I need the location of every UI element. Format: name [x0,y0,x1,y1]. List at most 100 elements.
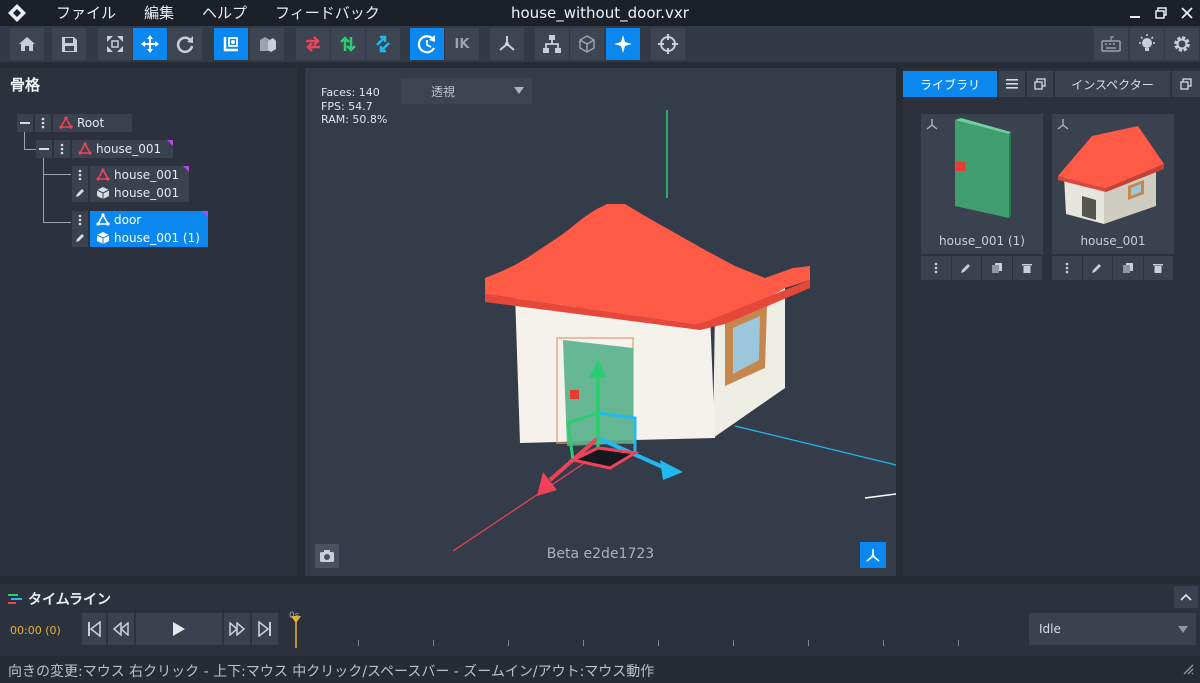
close-button[interactable] [1174,0,1200,26]
swap-vertical-icon [340,36,356,52]
menu-file[interactable]: ファイル [56,0,116,26]
timeline-track[interactable]: 0s [282,610,1020,650]
bone-icon [78,142,92,155]
pivot-rotate-button[interactable] [410,28,444,60]
popout-icon [1034,78,1046,90]
tree-node-label: door [114,213,142,227]
door-preview [955,118,1011,218]
edit-mesh-button[interactable] [72,229,88,247]
list-view-button[interactable] [999,71,1025,97]
mesh-cube-icon [96,232,110,244]
tree-node-house-001[interactable]: house_001 [36,140,174,158]
tree-node-door[interactable]: door [72,211,208,229]
settings-button[interactable] [1165,28,1199,60]
menu-help[interactable]: ヘルプ [202,0,247,26]
item-menu-button[interactable] [1052,256,1083,280]
node-menu-button[interactable] [35,114,51,132]
save-button[interactable] [52,28,86,60]
undock-library-button[interactable] [1027,71,1053,97]
item-edit-button[interactable] [1082,256,1113,280]
tab-inspector[interactable]: インスペクター [1055,71,1170,97]
swap-y-button[interactable] [331,28,365,60]
axis-orientation-button[interactable] [860,542,886,568]
library-item[interactable]: house_001 (1) [921,114,1043,280]
swap-z-button[interactable] [366,28,400,60]
item-duplicate-button[interactable] [1113,256,1144,280]
item-delete-button[interactable] [1012,256,1043,280]
world-space-icon [260,37,276,52]
kebab-icon [41,117,45,129]
item-delete-button[interactable] [1143,256,1174,280]
step-back-button[interactable] [108,613,134,645]
tree-node-door-mesh[interactable]: house_001 (1) [72,229,208,247]
sparkle-button[interactable] [606,28,640,60]
collapse-toggle[interactable] [36,140,52,158]
keyboard-button[interactable] [1094,28,1128,60]
light-button[interactable] [1130,28,1164,60]
library-item-label: house_001 (1) [939,234,1025,248]
window-controls [1122,0,1200,26]
target-button[interactable] [651,28,685,60]
move-tool-button[interactable] [133,28,167,60]
move-icon [141,35,159,53]
menu-edit[interactable]: 編集 [144,0,174,26]
jump-to-start-button[interactable] [82,613,106,645]
timeline-title: タイムライン [28,592,112,608]
jump-to-end-button[interactable] [252,613,278,645]
tree-node-house-001-mesh[interactable]: house_001 [72,184,190,202]
item-duplicate-button[interactable] [982,256,1013,280]
item-edit-button[interactable] [951,256,982,280]
menu-feedback[interactable]: フィードバック [275,0,380,26]
resize-grip-icon[interactable] [1182,663,1194,675]
chevron-down-icon [514,87,524,94]
skeleton-button[interactable] [490,28,524,60]
swap-x-button[interactable] [296,28,330,60]
view-mode-value: 透視 [431,84,456,99]
tree-node-cell[interactable]: house_001 [72,140,174,158]
node-menu-button[interactable] [72,166,88,184]
item-menu-button[interactable] [921,256,952,280]
tree-node-root[interactable]: Root [17,114,133,132]
ik-button[interactable]: IK [445,28,479,60]
toolbar: IK [0,26,1200,62]
kebab-icon [1065,262,1069,274]
undock-inspector-button[interactable] [1172,71,1200,97]
step-forward-button[interactable] [224,613,250,645]
rotate-tool-button[interactable] [168,28,202,60]
tree-node-house-001-child[interactable]: house_001 [72,166,190,184]
node-menu-button[interactable] [54,140,70,158]
tree-node-cell[interactable]: house_001 [90,166,190,184]
trash-icon [1022,264,1033,273]
play-button[interactable] [136,613,222,645]
faces-count: Faces: 140 [321,86,380,99]
timeline-collapse-button[interactable] [1174,586,1198,608]
restore-button[interactable] [1148,0,1174,26]
3d-scene[interactable] [305,68,896,576]
view-mode-dropdown[interactable]: 透視 [401,78,532,104]
fit-view-button[interactable] [98,28,132,60]
minimize-button[interactable] [1122,0,1148,26]
tree-node-label: house_001 [96,142,162,156]
tree-node-cell[interactable]: Root [53,114,133,132]
ground-line [864,493,896,499]
tree-node-cell[interactable]: house_001 [90,184,190,202]
library-item[interactable]: house_001 [1052,114,1174,280]
3d-viewport[interactable]: Faces: 140 FPS: 54.7 RAM: 50.8% 透視 Beta … [305,68,896,576]
cube-button[interactable] [570,28,604,60]
animation-select[interactable]: Idle [1029,613,1196,645]
node-menu-button[interactable] [72,211,88,229]
hierarchy-button[interactable] [535,28,569,60]
tree-node-cell-selected[interactable]: door [90,211,208,229]
local-space-button[interactable] [214,28,248,60]
edit-mesh-button[interactable] [72,184,88,202]
tree-node-label: Root [77,116,105,130]
play-icon [173,622,185,636]
tab-library[interactable]: ライブラリ [903,71,997,97]
local-space-icon [223,37,238,52]
corner-marker-icon [183,166,190,172]
tree-node-cell-selected[interactable]: house_001 (1) [90,229,208,247]
collapse-toggle[interactable] [17,114,33,132]
tree-connector [24,132,25,149]
home-button[interactable] [10,28,44,60]
world-space-button[interactable] [250,28,284,60]
